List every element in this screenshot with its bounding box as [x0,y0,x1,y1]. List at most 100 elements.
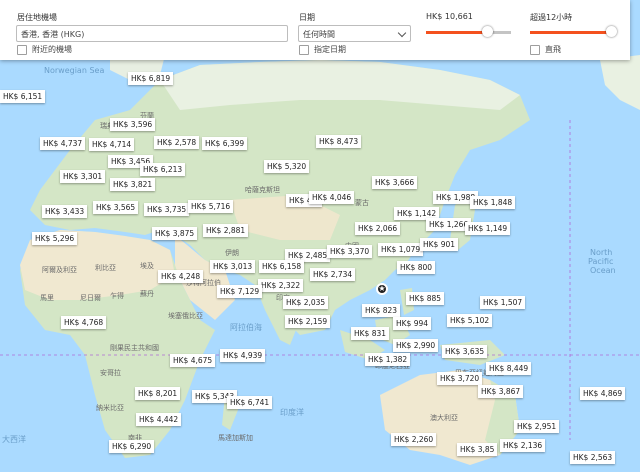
label-angola: 安哥拉 [100,368,121,377]
price-marker[interactable]: HK$ 5,716 [188,200,234,213]
price-marker[interactable]: HK$ 3,565 [93,201,139,214]
duration-label: 超過12小時 [530,13,573,22]
price-marker[interactable]: HK$ 4,939 [220,349,266,362]
price-marker[interactable]: HK$ 2,578 [154,136,200,149]
date-select[interactable]: 任何時間 [298,25,411,42]
price-marker[interactable]: HK$ 3,596 [110,118,156,131]
price-marker[interactable]: HK$ 8,473 [316,135,362,148]
price-marker[interactable]: HK$ 831 [351,327,390,340]
price-slider[interactable] [426,26,511,37]
price-marker[interactable]: HK$ 4,675 [170,354,216,367]
label-egypt: 埃及 [140,261,154,270]
label-madagascar: 馬達加斯加 [218,433,253,442]
label-mali: 馬里 [40,294,54,302]
price-marker[interactable]: HK$ 2,322 [258,279,304,292]
price-marker[interactable]: HK$ 2,136 [500,439,546,452]
price-marker[interactable]: HK$ 4,442 [136,413,182,426]
search-panel: 居住地機場 香港, 香港 (HKG) 附近的機場 日期 任何時間 指定日期 HK… [0,0,630,60]
price-marker[interactable]: HK$ 1,382 [365,353,411,366]
price-label: HK$ 10,661 [426,12,473,21]
price-marker[interactable]: HK$ 994 [393,317,432,330]
price-marker[interactable]: HK$ 4,248 [158,270,204,283]
price-marker[interactable]: HK$ 2,159 [285,315,331,328]
label-iran: 伊朗 [225,248,239,257]
label-sudan: 蘇丹 [140,289,154,298]
price-marker[interactable]: HK$ 1,149 [465,222,511,235]
price-marker[interactable]: HK$ 1,848 [470,196,516,209]
label-north-pacific: North [590,248,612,257]
origin-label: 居住地機場 [17,13,57,22]
checkbox-box[interactable] [17,44,27,55]
label-north-pacific-2: Pacific [588,257,613,266]
nonstop-label: 直飛 [545,45,561,54]
duration-slider-fill [530,31,611,34]
label-drc: 剛果民主共和國 [110,343,159,352]
price-marker[interactable]: HK$ 2,990 [393,339,439,352]
price-marker[interactable]: HK$ 3,433 [42,205,88,218]
price-marker[interactable]: HK$ 3,867 [478,385,524,398]
price-marker[interactable]: HK$ 3,720 [437,372,483,385]
price-marker[interactable]: HK$ 2,951 [514,420,560,433]
price-marker[interactable]: HK$ 5,320 [264,160,310,173]
price-marker[interactable]: HK$ 823 [362,304,401,317]
duration-slider-thumb[interactable] [606,26,617,37]
price-marker[interactable]: HK$ 6,819 [128,72,174,85]
nearby-airports-checkbox[interactable]: 附近的機場 [17,44,72,55]
checkbox-box[interactable] [299,44,309,55]
price-marker[interactable]: HK$ 1,079 [378,243,424,256]
date-label: 日期 [299,13,315,22]
price-marker[interactable]: HK$ 3,735 [144,203,190,216]
price-marker[interactable]: HK$ 6,399 [202,137,248,150]
label-indian-ocean: 印度洋 [280,407,304,417]
price-slider-fill [426,31,487,34]
duration-slider[interactable] [530,26,617,37]
price-marker[interactable]: HK$ 3,666 [372,176,418,189]
chevron-down-icon [397,28,407,38]
price-marker[interactable]: HK$ 901 [420,238,459,251]
specific-date-checkbox[interactable]: 指定日期 [299,44,346,55]
price-marker[interactable]: HK$ 3,821 [110,178,156,191]
origin-input[interactable]: 香港, 香港 (HKG) [16,25,288,42]
price-marker[interactable]: HK$ 6,158 [259,260,305,273]
price-marker[interactable]: HK$ 2,563 [570,451,616,464]
price-marker[interactable]: HK$ 3,635 [442,345,488,358]
checkbox-box[interactable] [530,44,540,55]
price-marker[interactable]: HK$ 1,507 [480,296,526,309]
price-marker[interactable]: HK$ 4,046 [309,191,355,204]
price-marker[interactable]: HK$ 3,85 [457,443,498,456]
price-marker[interactable]: HK$ 7,129 [217,285,263,298]
price-marker[interactable]: HK$ 4,714 [89,138,135,151]
world-map[interactable]: Norwegian Sea North Pacific Ocean 阿拉伯海 印… [0,0,640,472]
label-north-pacific-3: Ocean [590,266,616,275]
price-slider-thumb[interactable] [482,26,493,37]
price-marker[interactable]: HK$ 5,102 [447,314,493,327]
label-chad: 乍得 [110,291,124,300]
price-marker[interactable]: HK$ 8,201 [135,387,181,400]
price-marker[interactable]: HK$ 2,881 [203,224,249,237]
label-mongolia: 蒙古 [355,198,369,207]
price-marker[interactable]: HK$ 2,035 [283,296,329,309]
home-airport-marker[interactable]: ★ [376,283,388,295]
price-marker[interactable]: HK$ 5,296 [32,232,78,245]
price-marker[interactable]: HK$ 2,066 [355,222,401,235]
price-marker[interactable]: HK$ 8,449 [486,362,532,375]
price-marker[interactable]: HK$ 6,290 [109,440,155,453]
price-marker[interactable]: HK$ 4,768 [61,316,107,329]
price-marker[interactable]: HK$ 3,013 [210,260,256,273]
nonstop-checkbox[interactable]: 直飛 [530,44,561,55]
price-marker[interactable]: HK$ 3,370 [327,245,373,258]
price-marker[interactable]: HK$ 6,151 [0,90,46,103]
price-marker[interactable]: HK$ 2,260 [391,433,437,446]
label-australia: 澳大利亞 [430,413,458,422]
label-niger: 尼日爾 [80,294,101,302]
price-marker[interactable]: HK$ 4,737 [40,137,86,150]
price-marker[interactable]: HK$ 3,875 [152,227,198,240]
price-marker[interactable]: HK$ 4,869 [580,387,626,400]
price-marker[interactable]: HK$ 3,301 [60,170,106,183]
price-marker[interactable]: HK$ 885 [406,292,445,305]
price-marker[interactable]: HK$ 800 [397,261,436,274]
price-marker[interactable]: HK$ 6,213 [140,163,186,176]
price-marker[interactable]: HK$ 6,741 [227,396,273,409]
price-marker[interactable]: HK$ 2,734 [310,268,356,281]
label-atlantic: 大西洋 [2,434,26,444]
